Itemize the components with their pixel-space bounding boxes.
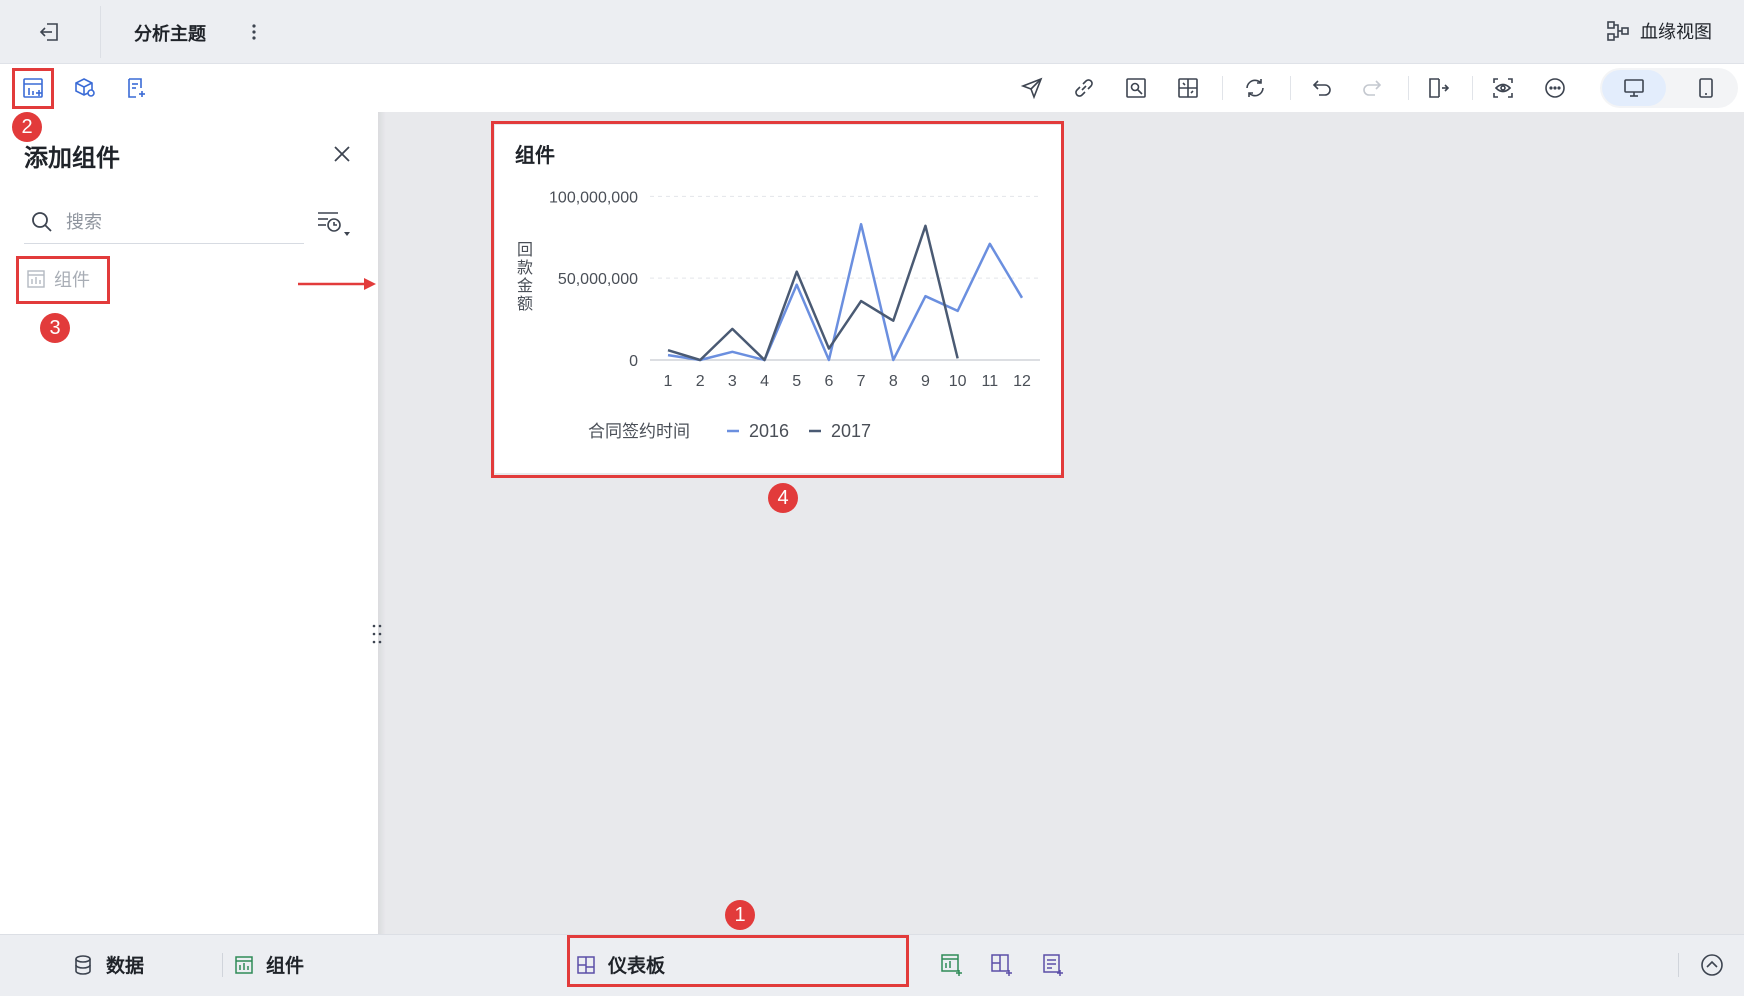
highlight-box-1	[567, 935, 909, 987]
add-component-bottom-icon[interactable]	[940, 953, 964, 977]
lineage-view-button[interactable]: 血缘视图	[1606, 18, 1712, 44]
refresh-icon[interactable]	[1243, 76, 1267, 100]
add-dashboard-icon[interactable]	[990, 953, 1014, 977]
toolbar	[0, 64, 1744, 112]
redo-icon[interactable]	[1360, 76, 1384, 100]
data-tab-label: 数据	[106, 955, 145, 977]
more-icon[interactable]	[1543, 76, 1567, 100]
component-tab-icon	[235, 955, 253, 974]
toolbar-separator	[1408, 76, 1409, 100]
drag-arrow-icon	[298, 278, 376, 290]
export-image-icon[interactable]	[1124, 76, 1148, 100]
collapse-up-icon[interactable]	[1700, 953, 1724, 977]
annotation-badge-2: 2	[12, 112, 42, 142]
annotation-badge-1: 1	[725, 900, 755, 930]
annotation-badge-4: 4	[768, 483, 798, 513]
bottom-separator	[1678, 953, 1679, 977]
toolbar-separator	[1290, 76, 1291, 100]
highlight-box-2	[12, 68, 54, 109]
annotation-badge-3: 3	[40, 313, 70, 343]
mobile-icon[interactable]	[1694, 76, 1718, 100]
exit-edit-icon[interactable]	[1426, 76, 1450, 100]
add-report-icon[interactable]	[1041, 953, 1065, 977]
header-divider	[100, 6, 101, 58]
desktop-icon[interactable]	[1622, 76, 1646, 100]
lineage-label: 血缘视图	[1640, 22, 1712, 43]
more-options-icon[interactable]	[250, 22, 258, 42]
add-component-panel: 添加组件 组件 3	[0, 112, 382, 934]
sort-filter-icon[interactable]	[316, 208, 352, 238]
search-icon	[32, 212, 52, 232]
resize-handle-icon[interactable]	[370, 622, 384, 646]
toolbar-separator	[1472, 76, 1473, 100]
lineage-icon	[1607, 21, 1629, 41]
add-text-icon[interactable]	[124, 76, 148, 100]
panel-shadow	[378, 112, 386, 934]
preview-icon[interactable]	[1491, 76, 1515, 100]
highlight-box-3	[16, 256, 110, 304]
page-title: 分析主题	[134, 24, 206, 45]
data-tab[interactable]: 数据	[72, 951, 144, 978]
bottom-separator	[222, 953, 223, 977]
search-box	[24, 200, 304, 244]
layout-grid-icon[interactable]	[1176, 76, 1200, 100]
database-icon	[75, 954, 91, 975]
device-toggle	[1600, 68, 1738, 108]
component-tab[interactable]: 组件	[234, 951, 304, 978]
link-icon[interactable]	[1072, 76, 1096, 100]
toolbar-separator	[1222, 76, 1223, 100]
exit-icon[interactable]	[38, 20, 62, 44]
add-dataset-icon[interactable]	[72, 76, 96, 100]
undo-icon[interactable]	[1310, 76, 1334, 100]
send-icon[interactable]	[1020, 76, 1044, 100]
component-tab-label: 组件	[266, 955, 305, 977]
highlight-box-4	[491, 121, 1064, 478]
bottom-bar: 数据 组件 仪表板	[0, 934, 1744, 996]
close-icon[interactable]	[330, 142, 354, 166]
panel-title: 添加组件	[24, 144, 120, 172]
top-bar: 分析主题 血缘视图	[0, 0, 1744, 64]
search-input[interactable]	[66, 208, 296, 236]
